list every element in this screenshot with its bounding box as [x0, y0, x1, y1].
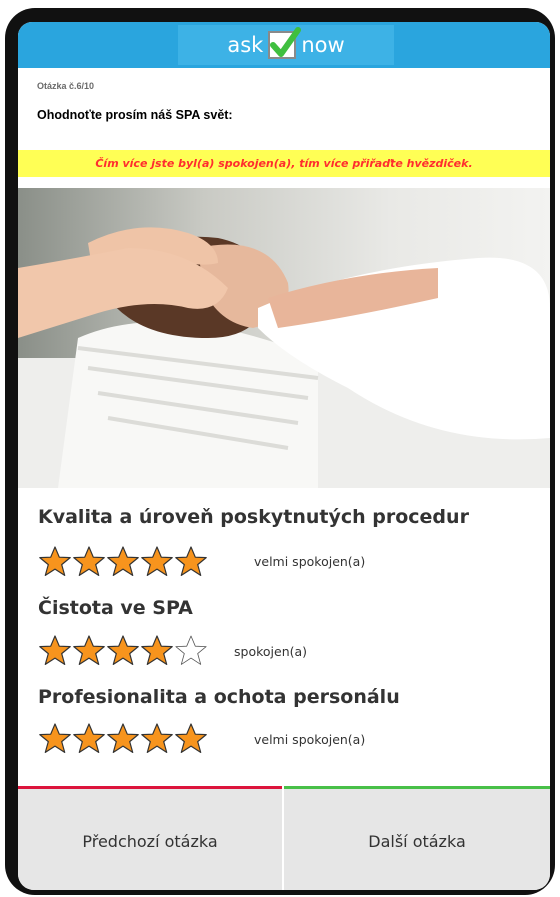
star-filled-icon[interactable] — [140, 722, 174, 756]
checkmark-icon — [268, 27, 302, 59]
spa-massage-photo — [18, 188, 550, 488]
star-filled-icon[interactable] — [106, 634, 140, 668]
asknow-logo: ask now — [178, 25, 394, 65]
rating-value-staff: velmi spokojen(a) — [254, 732, 366, 747]
logo-text-right: now — [301, 33, 345, 57]
logo-text-left: ask — [227, 33, 264, 57]
star-rating-procedures[interactable] — [38, 545, 208, 583]
star-rating-cleanliness[interactable] — [38, 634, 208, 672]
star-filled-icon[interactable] — [38, 545, 72, 579]
previous-question-button[interactable]: Předchozí otázka — [18, 786, 282, 890]
star-filled-icon[interactable] — [106, 722, 140, 756]
question-counter: Otázka č.6/10 — [37, 81, 95, 91]
header-bar: ask now — [18, 22, 550, 68]
star-filled-icon[interactable] — [72, 722, 106, 756]
rating-label-staff: Profesionalita a ochota personálu — [38, 686, 400, 708]
question-title: Ohodnoťte prosím náš SPA svět: — [37, 108, 233, 122]
star-filled-icon[interactable] — [72, 545, 106, 579]
rating-value-procedures: velmi spokojen(a) — [254, 554, 366, 569]
star-filled-icon[interactable] — [106, 545, 140, 579]
star-filled-icon[interactable] — [174, 545, 208, 579]
star-filled-icon[interactable] — [38, 634, 72, 668]
rating-value-cleanliness: spokojen(a) — [234, 644, 308, 659]
instruction-banner: Čím více jste byl(a) spokojen(a), tím ví… — [18, 150, 550, 177]
star-filled-icon[interactable] — [174, 722, 208, 756]
star-filled-icon[interactable] — [72, 634, 106, 668]
survey-screen: ask now Otázka č.6/10 Ohodnoťte prosím n… — [18, 22, 550, 890]
phone-frame: ask now Otázka č.6/10 Ohodnoťte prosím n… — [5, 8, 555, 895]
star-empty-icon[interactable] — [174, 634, 208, 668]
star-filled-icon[interactable] — [38, 722, 72, 756]
star-rating-staff[interactable] — [38, 722, 208, 760]
rating-label-procedures: Kvalita a úroveň poskytnutých procedur — [38, 506, 469, 528]
next-question-button[interactable]: Další otázka — [284, 786, 550, 890]
rating-label-cleanliness: Čistota ve SPA — [38, 597, 193, 619]
star-filled-icon[interactable] — [140, 634, 174, 668]
star-filled-icon[interactable] — [140, 545, 174, 579]
